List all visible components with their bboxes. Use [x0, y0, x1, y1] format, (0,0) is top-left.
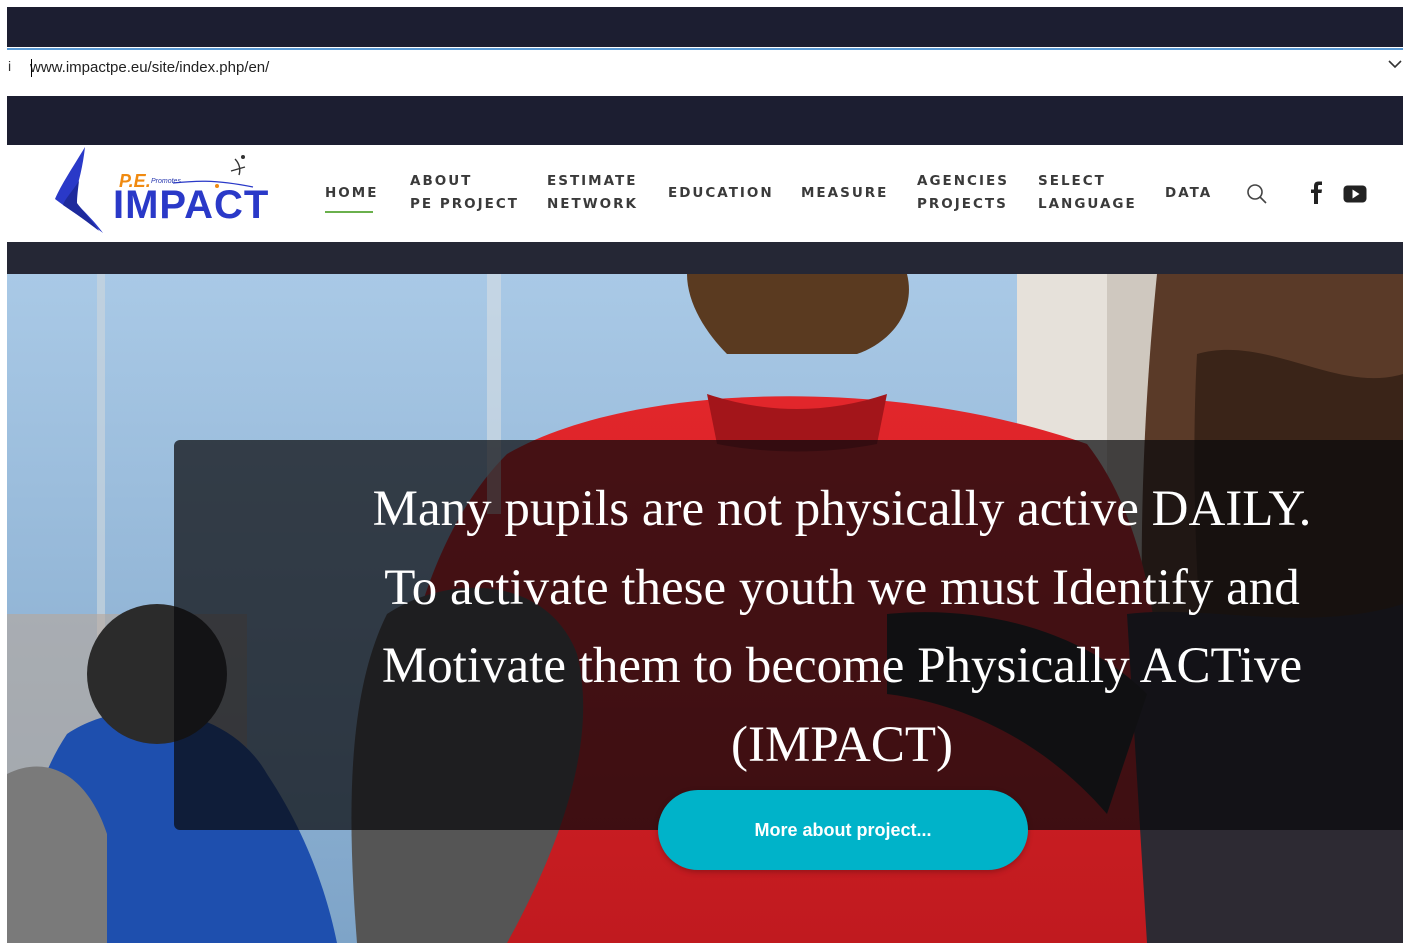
site-header: P.E. Promotes IMPACT HOME ABOUT PE PROJE…	[7, 145, 1403, 242]
browser-title-bar	[7, 7, 1403, 47]
site-info-icon[interactable]: i	[8, 58, 11, 74]
header-strip	[7, 242, 1403, 274]
nav-data[interactable]: DATA	[1165, 182, 1212, 205]
nav-measure[interactable]: MEASURE	[801, 182, 888, 205]
url-text[interactable]: www.impactpe.eu/site/index.php/en/	[30, 59, 269, 76]
nav-estimate-line1: ESTIMATE	[547, 173, 638, 189]
more-about-project-button[interactable]: More about project...	[658, 790, 1028, 870]
youtube-icon[interactable]	[1343, 185, 1367, 203]
text-caret	[31, 59, 32, 77]
chevron-down-icon[interactable]	[1387, 56, 1403, 72]
nav-select-language[interactable]: SELECT LANGUAGE	[1038, 170, 1137, 216]
nav-education[interactable]: EDUCATION	[668, 182, 774, 205]
more-about-project-label: More about project...	[754, 819, 932, 840]
hero-headline-line4: (IMPACT)	[731, 716, 953, 773]
logo-impact-text: IMPACT	[113, 183, 270, 227]
address-bar[interactable]: i www.impactpe.eu/site/index.php/en/	[7, 48, 1403, 88]
nav-about-pe-project[interactable]: ABOUT PE PROJECT	[410, 170, 519, 216]
search-icon[interactable]	[1245, 182, 1269, 206]
nav-language-line1: SELECT	[1038, 173, 1106, 189]
nav-estimate-network[interactable]: ESTIMATE NETWORK	[547, 170, 638, 216]
nav-estimate-line2: NETWORK	[547, 196, 638, 212]
facebook-icon[interactable]	[1309, 181, 1325, 205]
hero-headline: Many pupils are not physically active DA…	[262, 470, 1403, 784]
hero-headline-line1: Many pupils are not physically active DA…	[372, 481, 1312, 537]
nav-agencies-line1: AGENCIES	[917, 173, 1009, 189]
nav-home-active-indicator	[325, 211, 373, 213]
hero-headline-line3: Motivate them to become Physically ACTiv…	[381, 638, 1303, 694]
nav-home[interactable]: HOME	[325, 182, 378, 205]
hero-headline-line2: To activate these youth we must Identify…	[384, 559, 1300, 616]
hero-section: Many pupils are not physically active DA…	[7, 274, 1403, 943]
nav-agencies-projects[interactable]: AGENCIES PROJECTS	[917, 170, 1009, 216]
nav-agencies-line2: PROJECTS	[917, 196, 1008, 212]
browser-toolbar-band	[7, 96, 1403, 145]
site-logo[interactable]: P.E. Promotes IMPACT	[53, 145, 268, 237]
nav-language-line2: LANGUAGE	[1038, 196, 1137, 212]
nav-about-line2: PE PROJECT	[410, 196, 519, 212]
nav-about-line1: ABOUT	[410, 173, 473, 189]
browser-window: i www.impactpe.eu/site/index.php/en/ P.E…	[7, 7, 1403, 943]
